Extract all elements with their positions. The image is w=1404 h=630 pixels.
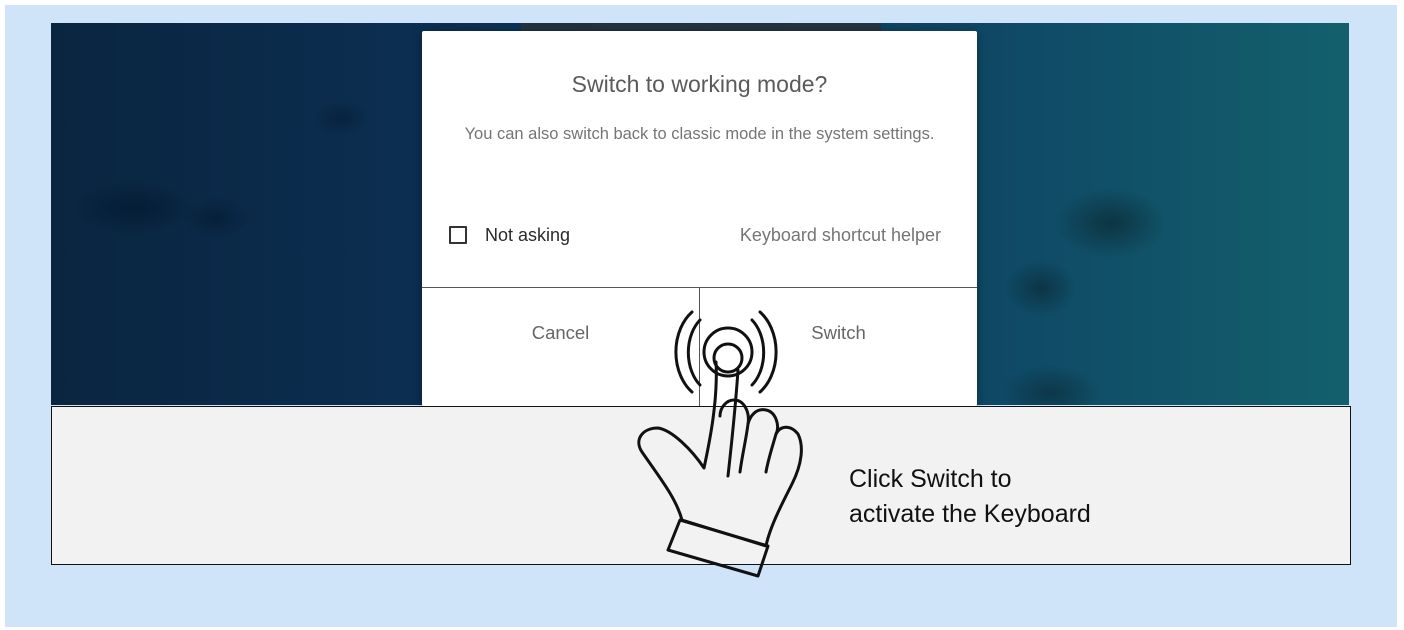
instruction-line-1: Click Switch to [849,465,1012,493]
not-asking-label: Not asking [485,224,571,245]
checkbox-icon[interactable] [449,226,467,244]
keyboard-shortcut-helper-link[interactable]: Keyboard shortcut helper [740,223,941,247]
top-strip [521,23,881,31]
not-asking-checkbox[interactable]: Not asking [449,223,570,247]
instruction-caption: Click Switch to activate the Keyboard [849,462,1091,532]
hand-tap-icon [637,310,803,578]
dialog-message: You can also switch back to classic mode… [464,125,935,143]
dialog-title: Switch to working mode? [571,71,828,97]
instruction-line-2: activate the Keyboard [849,500,1091,528]
